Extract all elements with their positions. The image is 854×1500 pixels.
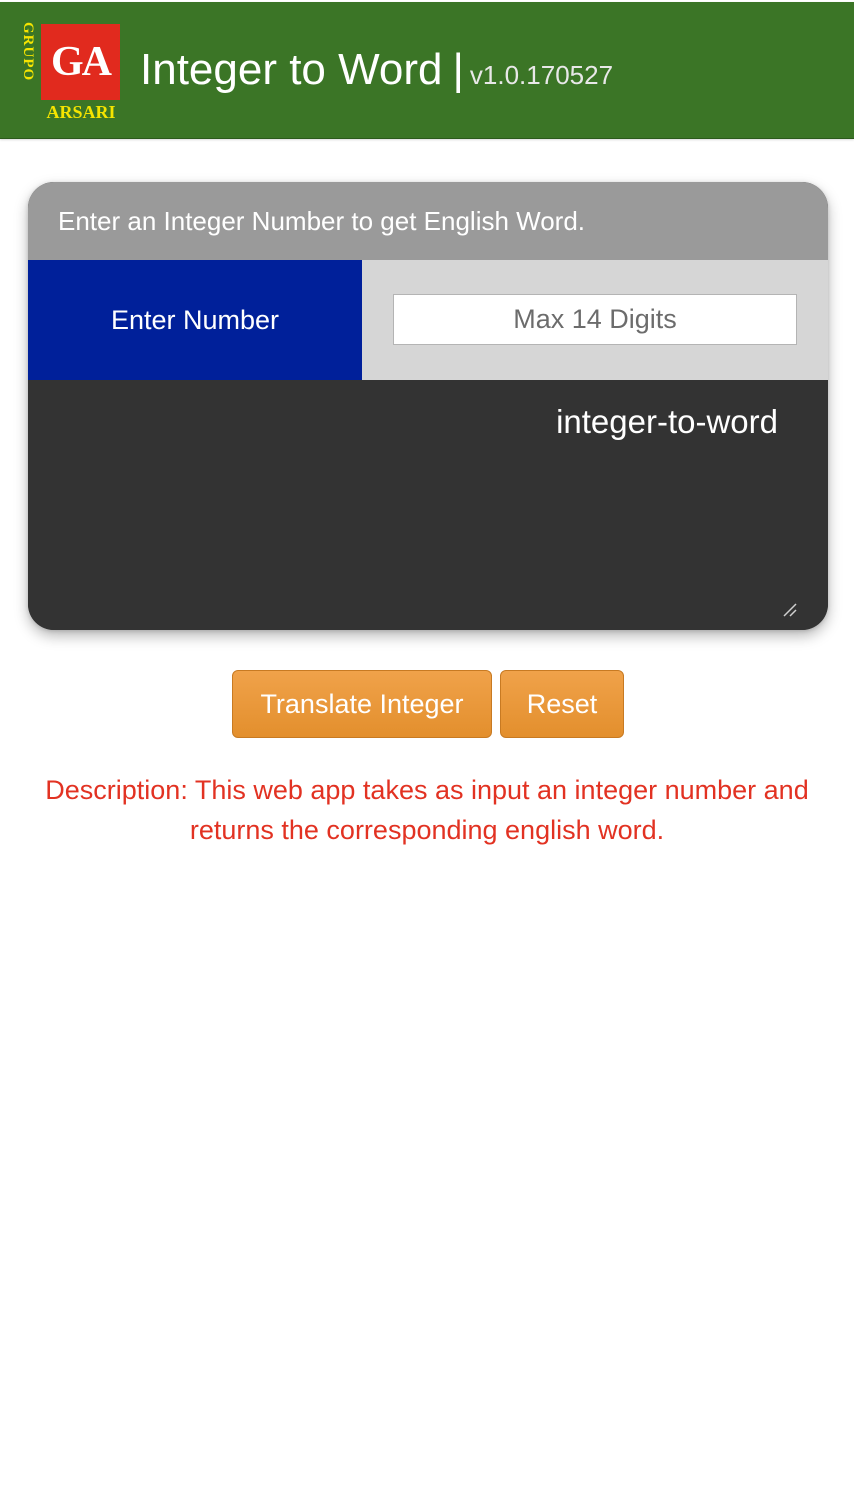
logo-bottom-text: ARSARI	[46, 102, 116, 122]
enter-number-label: Enter Number	[28, 260, 362, 380]
translate-integer-button[interactable]: Translate Integer	[232, 670, 492, 738]
number-input[interactable]	[393, 294, 797, 345]
grupo-arsari-logo: GRUPO GA ARSARI	[12, 20, 122, 125]
reset-button[interactable]: Reset	[500, 670, 624, 738]
app-version: v1.0.170527	[469, 60, 614, 90]
logo-vertical-text: GRUPO	[20, 22, 36, 82]
title-separator: |	[452, 45, 464, 94]
app-title-group: Integer to Word | v1.0.170527	[140, 40, 613, 100]
logo-mark: GA	[41, 24, 120, 100]
output-textarea[interactable]: integer-to-word	[28, 380, 828, 630]
translator-card: Enter an Integer Number to get English W…	[28, 182, 828, 630]
card-heading: Enter an Integer Number to get English W…	[28, 182, 828, 260]
input-row: Enter Number	[28, 260, 828, 380]
resize-handle-icon[interactable]	[782, 602, 798, 618]
app-header: GRUPO GA ARSARI Integer to Word | v1.0.170…	[0, 2, 854, 139]
app-description: Description: This web app takes as input…	[45, 775, 809, 845]
output-text: integer-to-word	[556, 403, 778, 440]
app-title: Integer to Word	[140, 45, 443, 94]
